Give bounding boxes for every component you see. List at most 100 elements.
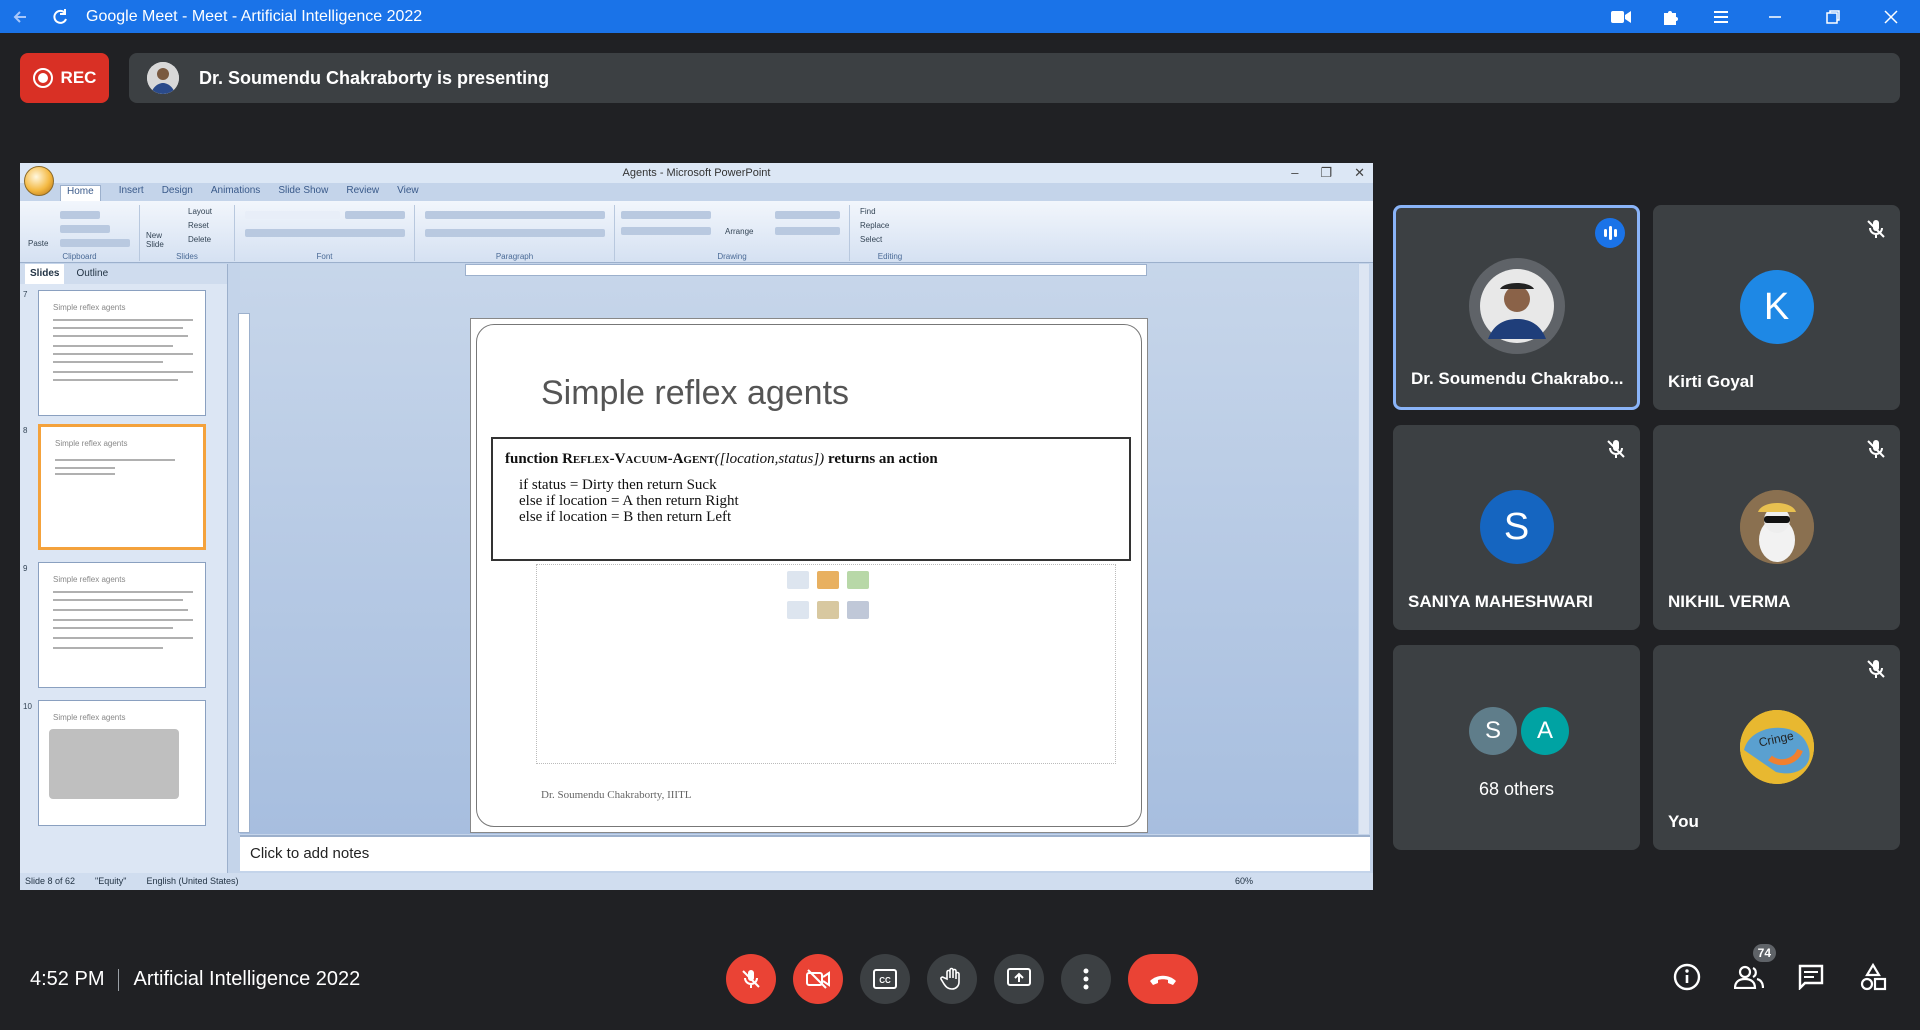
mic-off-icon: [1864, 217, 1888, 241]
people-count-badge: 74: [1752, 944, 1776, 962]
paste-label: Paste: [28, 239, 49, 248]
participant-tile[interactable]: NIKHIL VERMA: [1653, 425, 1900, 630]
others-avatars: S A: [1469, 707, 1569, 755]
ribbon-group-editing: Find Replace Select Editing: [850, 205, 930, 261]
current-slide: Simple reflex agents function Reflex-Vac…: [470, 318, 1148, 833]
info-icon: [1673, 963, 1701, 991]
menu-icon[interactable]: [1696, 0, 1746, 33]
self-avatar-sticker: Cringe: [1739, 710, 1814, 784]
people-button[interactable]: 74: [1732, 944, 1776, 994]
participant-avatar: A: [1521, 707, 1569, 755]
recording-indicator[interactable]: REC: [20, 53, 109, 103]
insert-content-icons: [787, 571, 877, 625]
activities-button[interactable]: [1856, 960, 1890, 994]
meeting-info: 4:52 PM Artificial Intelligence 2022: [30, 968, 360, 991]
ppt-tab-insert: Insert: [118, 185, 144, 196]
chat-button[interactable]: [1794, 960, 1828, 994]
content-placeholder: [536, 564, 1116, 764]
slides-panel: Slides Outline 7 Simple reflex agents 8 …: [20, 264, 228, 874]
reset-label: Reset: [188, 221, 209, 230]
participant-tile-presenter[interactable]: Dr. Soumendu Chakrabo...: [1393, 205, 1640, 410]
ribbon-group-font: Font: [235, 205, 415, 261]
record-icon: [32, 68, 53, 88]
camera-toggle-button[interactable]: [793, 954, 843, 1004]
others-tile[interactable]: S A 68 others: [1393, 645, 1640, 850]
thumb-number: 10: [23, 702, 32, 711]
captions-button[interactable]: CC: [860, 954, 910, 1004]
replace-label: Replace: [860, 221, 890, 230]
slide-counter: Slide 8 of 62: [25, 876, 76, 886]
arrange-label: Arrange: [725, 227, 754, 236]
theme-name: "Equity": [95, 876, 127, 886]
present-screen-button[interactable]: [994, 954, 1044, 1004]
ribbon-label-editing: Editing: [877, 252, 903, 261]
minimize-icon[interactable]: [1746, 0, 1804, 33]
participant-avatar: S: [1479, 490, 1554, 564]
camera-icon[interactable]: [1596, 0, 1646, 33]
meeting-name: Artificial Intelligence 2022: [133, 968, 361, 990]
ribbon-group-slides: New Slide Layout Reset Delete Slides: [140, 205, 235, 261]
layout-label: Layout: [188, 207, 213, 216]
ppt-minimize-icon: –: [1291, 165, 1299, 180]
presenting-text: Dr. Soumendu Chakraborty is presenting: [199, 67, 550, 88]
ppt-statusbar: Slide 8 of 62 "Equity" English (United S…: [20, 873, 1373, 890]
thumbnail-title: Simple reflex agents: [55, 439, 128, 448]
horizontal-ruler: [465, 264, 1147, 276]
slide-thumbnail: Simple reflex agents: [38, 700, 206, 826]
others-count: 68 others: [1478, 779, 1555, 799]
thumb-number: 7: [23, 290, 28, 299]
participant-tile-self[interactable]: Cringe You: [1653, 645, 1900, 850]
zoom-level: 60%: [1234, 876, 1253, 886]
pseudocode-box: function Reflex-Vacuum-Agent([location,s…: [491, 437, 1131, 561]
slide-footer: Dr. Soumendu Chakraborty, IIITL: [541, 789, 692, 801]
more-options-button[interactable]: [1061, 954, 1111, 1004]
office-button-icon: [24, 166, 54, 196]
participant-tile[interactable]: K Kirti Goyal: [1653, 205, 1900, 410]
ribbon-label-slides: Slides: [176, 252, 198, 261]
ribbon-group-clipboard: Paste Clipboard: [20, 205, 140, 261]
leave-call-button[interactable]: [1128, 954, 1198, 1004]
select-label: Select: [860, 235, 883, 244]
back-arrow-icon[interactable]: [0, 0, 40, 33]
svg-text:CC: CC: [879, 976, 891, 985]
participant-name: NIKHIL VERMA: [1668, 592, 1791, 611]
mic-off-icon: [1864, 657, 1888, 681]
ppt-tab-animations: Animations: [210, 185, 261, 196]
browser-titlebar: Google Meet - Meet - Artificial Intellig…: [0, 0, 1920, 33]
meeting-side-actions: 74: [1670, 944, 1890, 994]
ppt-tab-review: Review: [346, 185, 380, 196]
people-icon: [1734, 965, 1764, 989]
language: English (United States): [146, 876, 239, 886]
participant-tile[interactable]: S SANIYA MAHESHWARI: [1393, 425, 1640, 630]
ribbon-label-clipboard: Clipboard: [62, 252, 97, 261]
slide-thumbnail-selected: Simple reflex agents: [38, 424, 206, 550]
thumbnail-title: Simple reflex agents: [53, 575, 126, 584]
meeting-details-button[interactable]: [1670, 960, 1704, 994]
ppt-close-icon: ✕: [1354, 165, 1365, 180]
restore-icon[interactable]: [1804, 0, 1862, 33]
mic-toggle-button[interactable]: [726, 954, 776, 1004]
extensions-puzzle-icon[interactable]: [1646, 0, 1696, 33]
thumb-number: 8: [23, 426, 28, 435]
ppt-vertical-scrollbar: [1359, 264, 1369, 834]
ppt-ribbon: Paste Clipboard New Slide Layout Reset D…: [20, 201, 1373, 263]
slide-thumbnail: Simple reflex agents: [38, 290, 206, 416]
close-icon[interactable]: [1862, 0, 1920, 33]
slides-panel-tabs: Slides Outline: [20, 264, 227, 284]
mic-off-icon: [1864, 437, 1888, 461]
new-slide-label: New Slide: [146, 231, 164, 249]
notes-pane: Click to add notes: [240, 835, 1370, 871]
ppt-tab-slideshow: Slide Show: [278, 185, 329, 196]
screen-share-view: Agents - Microsoft PowerPoint – ❐ ✕ Home…: [20, 163, 1373, 890]
thumbnail-title: Simple reflex agents: [53, 303, 126, 312]
reload-icon[interactable]: [40, 0, 80, 33]
ppt-tab-design: Design: [161, 185, 193, 196]
participant-name: You: [1668, 812, 1699, 831]
raise-hand-button[interactable]: [927, 954, 977, 1004]
presenter-avatar: [147, 62, 179, 94]
slide-title: Simple reflex agents: [541, 374, 850, 412]
presenting-banner: Dr. Soumendu Chakraborty is presenting: [129, 53, 1900, 103]
window-title: Google Meet - Meet - Artificial Intellig…: [86, 7, 423, 25]
mic-off-icon: [742, 970, 760, 988]
ppt-ribbon-tabs: Home Insert Design Animations Slide Show…: [60, 185, 419, 201]
